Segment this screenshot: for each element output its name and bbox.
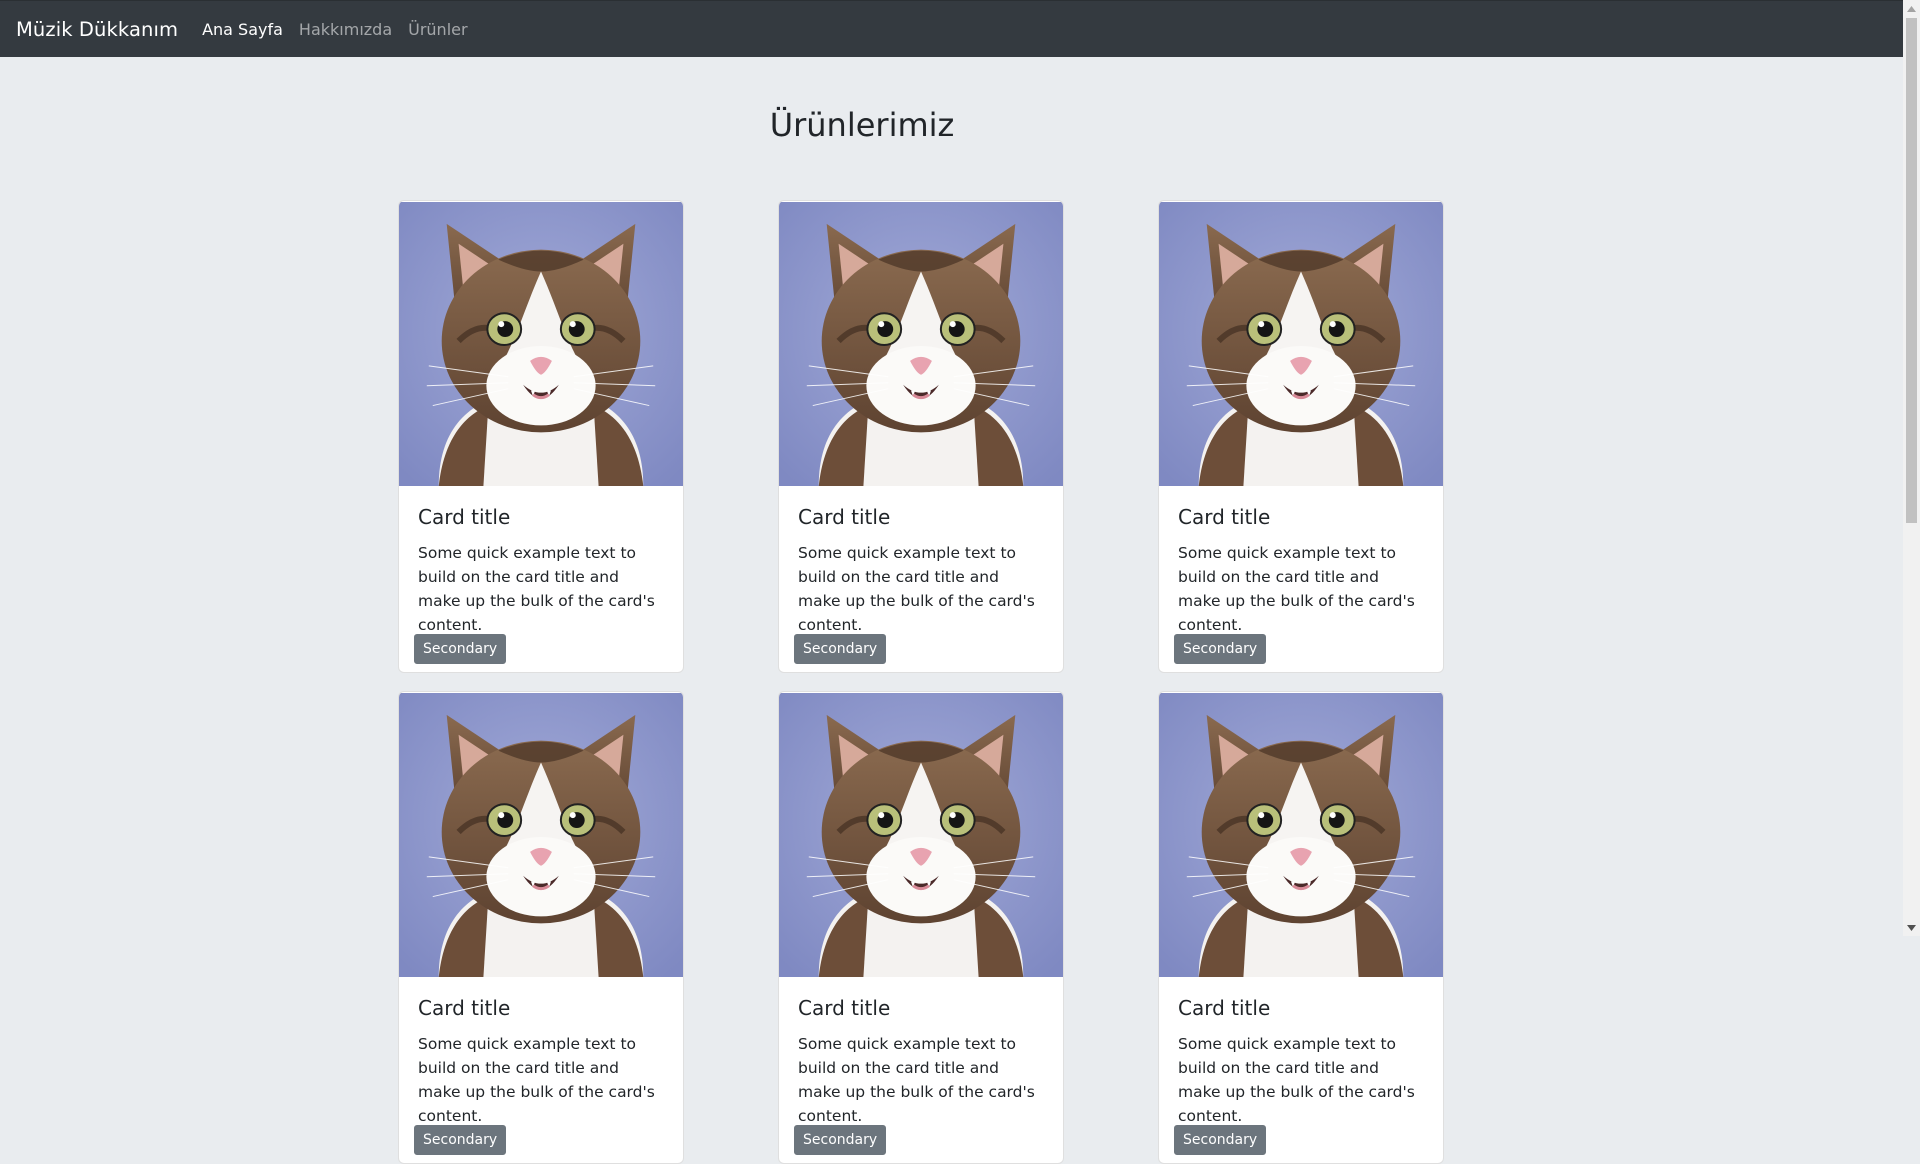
product-card: Card title Some quick example text to bu…	[778, 200, 1064, 673]
cat-image	[1159, 201, 1443, 487]
nav-link-ana-sayfa[interactable]: Ana Sayfa	[202, 20, 283, 39]
cat-image	[779, 692, 1063, 978]
cat-image	[399, 201, 683, 487]
nav-link-urunler[interactable]: Ürünler	[408, 20, 467, 39]
card-text: Some quick example text to build on the …	[418, 1035, 655, 1125]
brand-link[interactable]: Müzik Dükkanım	[16, 18, 178, 41]
cat-image	[1159, 692, 1443, 978]
product-card: Card title Some quick example text to bu…	[778, 691, 1064, 1164]
vertical-scrollbar[interactable]	[1903, 0, 1920, 936]
card-title: Card title	[1178, 505, 1271, 529]
card-title: Card title	[798, 505, 891, 529]
card-title: Card title	[418, 505, 511, 529]
product-card: Card title Some quick example text to bu…	[398, 691, 684, 1164]
scroll-up-arrow-icon[interactable]	[1903, 0, 1920, 17]
card-text: Some quick example text to build on the …	[1178, 544, 1415, 634]
card-title: Card title	[1178, 996, 1271, 1020]
secondary-button[interactable]: Secondary	[794, 634, 887, 664]
card-text: Some quick example text to build on the …	[798, 544, 1035, 634]
product-card: Card title Some quick example text to bu…	[1158, 200, 1444, 673]
card-title: Card title	[798, 996, 891, 1020]
navbar: Müzik Dükkanım Ana Sayfa Hakkımızda Ürün…	[0, 0, 1903, 57]
scrollbar-thumb[interactable]	[1906, 18, 1917, 523]
card-text: Some quick example text to build on the …	[798, 1035, 1035, 1125]
card-text: Some quick example text to build on the …	[1178, 1035, 1415, 1125]
secondary-button[interactable]: Secondary	[794, 1125, 887, 1155]
secondary-button[interactable]: Secondary	[1174, 1125, 1267, 1155]
secondary-button[interactable]: Secondary	[1174, 634, 1267, 664]
cat-image	[399, 692, 683, 978]
page-title: Ürünlerimiz	[769, 106, 955, 144]
secondary-button[interactable]: Secondary	[414, 634, 507, 664]
nav-link-hakkimizda[interactable]: Hakkımızda	[299, 20, 392, 39]
product-card: Card title Some quick example text to bu…	[398, 200, 684, 673]
card-title: Card title	[418, 996, 511, 1020]
card-text: Some quick example text to build on the …	[418, 544, 655, 634]
product-card: Card title Some quick example text to bu…	[1158, 691, 1444, 1164]
cat-image	[779, 201, 1063, 487]
secondary-button[interactable]: Secondary	[414, 1125, 507, 1155]
scroll-down-arrow-icon[interactable]	[1903, 919, 1920, 936]
